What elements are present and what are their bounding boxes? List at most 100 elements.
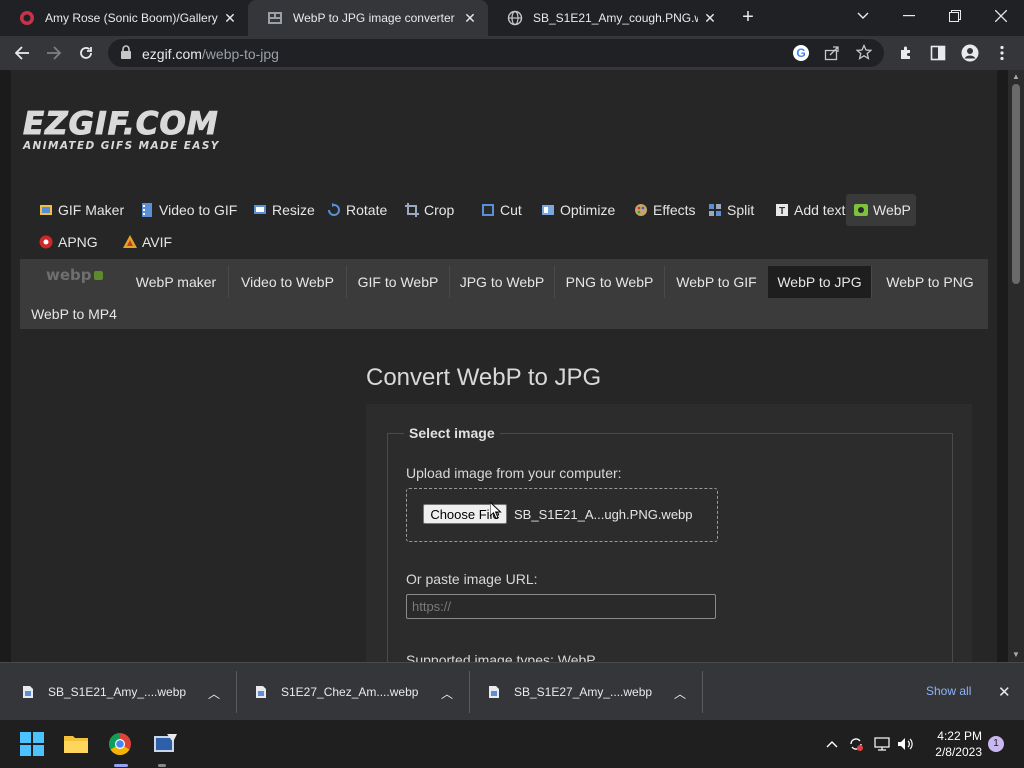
- google-icon[interactable]: G: [792, 44, 810, 67]
- share-icon[interactable]: [824, 45, 840, 66]
- nav-apng[interactable]: APNG: [39, 226, 98, 258]
- nav-add-text[interactable]: T Add text: [775, 194, 845, 226]
- download-filename: SB_S1E27_Amy_....webp: [514, 685, 653, 699]
- webp-icon: [854, 203, 868, 217]
- close-downloads-icon[interactable]: ✕: [998, 683, 1011, 701]
- menu-icon[interactable]: [990, 41, 1014, 65]
- nav-label: GIF Maker: [58, 202, 125, 218]
- nav-rotate[interactable]: Rotate: [327, 194, 387, 226]
- subnav-gif-to-webp[interactable]: GIF to WebP: [346, 266, 449, 298]
- scroll-thumb[interactable]: [1012, 84, 1020, 284]
- fieldset-legend: Select image: [404, 425, 500, 441]
- scroll-down-icon[interactable]: ▼: [1011, 650, 1021, 660]
- close-tab-icon[interactable]: ✕: [698, 10, 722, 27]
- side-panel-icon[interactable]: [926, 41, 950, 65]
- nav-effects[interactable]: Effects: [634, 194, 696, 226]
- bookmark-star-icon[interactable]: [855, 43, 873, 65]
- logo-tagline: ANIMATED GIFS MADE EASY: [23, 140, 220, 152]
- tab-title: SB_S1E21_Amy_cough.PNG.webp: [533, 11, 698, 25]
- nav-resize[interactable]: Resize: [253, 194, 315, 226]
- app-icon[interactable]: [152, 730, 180, 758]
- page-scrollbar[interactable]: ▲ ▼: [1008, 70, 1024, 662]
- title-bar: Amy Rose (Sonic Boom)/Gallery | ✕ WebP t…: [0, 0, 1024, 36]
- subnav-jpg-to-webp[interactable]: JPG to WebP: [449, 266, 554, 298]
- divider: [702, 671, 703, 713]
- minimize-button[interactable]: [886, 0, 932, 32]
- webp-logo: webp: [46, 266, 106, 284]
- rotate-icon: [327, 203, 341, 217]
- restore-button[interactable]: [932, 0, 978, 32]
- tab-webp-to-jpg[interactable]: WebP to JPG image converter ✕: [248, 0, 488, 36]
- nav-optimize[interactable]: Optimize: [541, 194, 615, 226]
- download-item-2[interactable]: S1E27_Chez_Am....webp ︿: [255, 663, 469, 721]
- tab-amy-rose-gallery[interactable]: Amy Rose (Sonic Boom)/Gallery | ✕: [0, 0, 248, 36]
- page-viewport: EZGIF.COM ANIMATED GIFS MADE EASY GIF Ma…: [0, 70, 1008, 662]
- back-button[interactable]: [10, 41, 34, 65]
- divider: [469, 671, 470, 713]
- divider: [236, 671, 237, 713]
- windows-taskbar: 4:22 PM 2/8/2023 1: [0, 720, 1024, 768]
- palette-icon: [634, 203, 648, 217]
- close-tab-icon[interactable]: ✕: [218, 10, 242, 27]
- nav-crop[interactable]: Crop: [405, 194, 454, 226]
- subnav-webp-to-gif[interactable]: WebP to GIF: [664, 266, 768, 298]
- new-tab-button[interactable]: +: [736, 6, 760, 30]
- subnav-webp-to-png[interactable]: WebP to PNG: [871, 266, 988, 298]
- subnav-webp-maker[interactable]: WebP maker: [124, 266, 228, 298]
- sync-icon[interactable]: [842, 730, 870, 758]
- mouse-cursor-icon: [489, 500, 502, 525]
- chevron-up-icon[interactable]: ︿: [441, 685, 453, 702]
- split-icon: [708, 203, 722, 217]
- show-all-downloads-link[interactable]: Show all: [926, 684, 971, 698]
- nav-label: Resize: [272, 202, 315, 218]
- nav-label: Add text: [794, 202, 846, 218]
- profile-icon[interactable]: [958, 41, 982, 65]
- nav-video-to-gif[interactable]: Video to GIF: [140, 194, 237, 226]
- file-icon: [256, 686, 266, 698]
- system-clock[interactable]: 4:22 PM 2/8/2023: [926, 728, 982, 760]
- volume-icon[interactable]: [892, 730, 920, 758]
- chevron-up-icon[interactable]: ︿: [208, 685, 220, 702]
- file-dropzone[interactable]: Choose File SB_S1E21_A...ugh.PNG.webp: [406, 488, 718, 542]
- supported-types: Supported image types: WebP: [406, 652, 596, 662]
- subnav-webp-to-jpg[interactable]: WebP to JPG: [768, 266, 871, 298]
- tab-sb-s1e21-webp[interactable]: SB_S1E21_Amy_cough.PNG.webp ✕: [488, 0, 728, 36]
- address-bar[interactable]: ezgif.com/webp-to-jpg G: [108, 39, 884, 67]
- file-explorer-icon[interactable]: [62, 730, 90, 758]
- nav-split[interactable]: Split: [708, 194, 754, 226]
- file-icon: [23, 686, 33, 698]
- close-window-button[interactable]: [978, 0, 1024, 32]
- nav-gif-maker[interactable]: GIF Maker: [39, 194, 124, 226]
- image-url-input[interactable]: [406, 594, 716, 619]
- subnav-webp-to-mp4[interactable]: WebP to MP4: [20, 298, 128, 330]
- extensions-icon[interactable]: [894, 41, 918, 65]
- download-filename: SB_S1E21_Amy_....webp: [48, 685, 187, 699]
- scroll-up-icon[interactable]: ▲: [1011, 72, 1021, 82]
- upload-panel: Select image Upload image from your comp…: [366, 404, 972, 662]
- windows-start-icon[interactable]: [18, 730, 46, 758]
- notification-badge[interactable]: 1: [988, 736, 1004, 752]
- chevron-up-icon[interactable]: ︿: [674, 685, 686, 702]
- nav-cut[interactable]: Cut: [481, 194, 522, 226]
- site-logo[interactable]: EZGIF.COM ANIMATED GIFS MADE EASY: [23, 108, 220, 153]
- close-tab-icon[interactable]: ✕: [458, 10, 482, 27]
- nav-webp[interactable]: WebP: [846, 194, 916, 226]
- nav-label: WebP: [873, 202, 911, 218]
- nav-label: Optimize: [560, 202, 616, 218]
- download-item-1[interactable]: SB_S1E21_Amy_....webp ︿: [22, 663, 236, 721]
- forward-button[interactable]: [42, 41, 66, 65]
- upload-label: Upload image from your computer:: [406, 465, 622, 481]
- subnav-video-to-webp[interactable]: Video to WebP: [228, 266, 346, 298]
- nav-avif[interactable]: AVIF: [123, 226, 172, 258]
- running-app-indicator: [158, 764, 166, 767]
- add-text-icon: T: [775, 203, 789, 217]
- download-item-3[interactable]: SB_S1E27_Amy_....webp ︿: [488, 663, 702, 721]
- reload-button[interactable]: [74, 41, 98, 65]
- url-host: ezgif.com: [142, 46, 202, 62]
- lock-icon[interactable]: [120, 45, 132, 64]
- chrome-icon[interactable]: [106, 730, 134, 758]
- site-container: EZGIF.COM ANIMATED GIFS MADE EASY GIF Ma…: [11, 70, 997, 662]
- subnav-png-to-webp[interactable]: PNG to WebP: [554, 266, 664, 298]
- tab-search-icon[interactable]: [840, 0, 886, 32]
- film-icon: [140, 203, 154, 217]
